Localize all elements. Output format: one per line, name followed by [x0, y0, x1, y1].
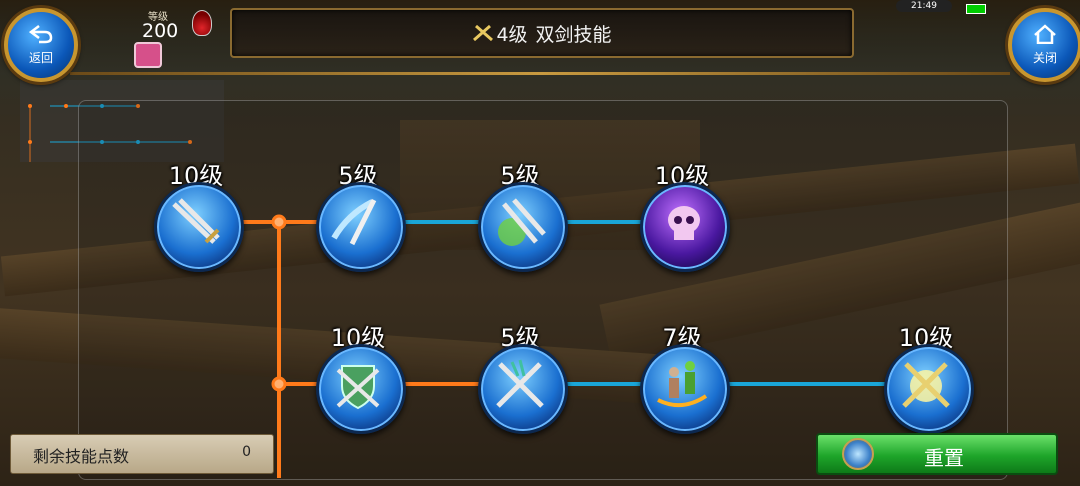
skill-points-value: 0 — [242, 444, 251, 460]
level-value: 200 — [142, 20, 179, 42]
battery-icon — [966, 4, 986, 14]
reset-button[interactable]: 重置 — [816, 433, 1058, 475]
status-clock: 21:49 — [896, 0, 952, 12]
close-button[interactable]: 关闭 — [1008, 8, 1080, 82]
back-arrow-icon — [29, 25, 53, 44]
potion-icon[interactable] — [192, 10, 212, 36]
gift-icon[interactable] — [134, 42, 162, 68]
skill-points-box: 剩余技能点数 0 — [10, 434, 274, 474]
back-button[interactable]: 返回 — [4, 8, 78, 82]
skill-points-label: 剩余技能点数 — [33, 447, 130, 466]
swords-icon — [473, 24, 494, 42]
skill-node[interactable]: 5级 — [316, 162, 406, 272]
page-title: 4级 双剑技能 — [232, 10, 852, 56]
title-tag: 4级 — [496, 23, 528, 46]
shield-swords-icon — [336, 365, 380, 410]
sword-slash-icon — [331, 198, 377, 246]
skill-node[interactable]: 5级 — [478, 324, 568, 434]
reset-label: 重置 — [924, 446, 964, 470]
home-icon — [1034, 24, 1056, 44]
golden-swords-icon — [902, 362, 950, 408]
title-bar: 4级 双剑技能 — [230, 8, 854, 58]
crossed-swords-icon — [172, 198, 220, 244]
figures-swap-icon — [657, 361, 708, 408]
skill-node[interactable]: 7级 — [640, 324, 730, 434]
skull-icon — [668, 206, 700, 240]
close-label: 关闭 — [1032, 51, 1057, 65]
back-label: 返回 — [28, 51, 53, 65]
skill-node[interactable]: 10级 — [154, 162, 244, 272]
skill-node[interactable]: 10级 — [316, 324, 406, 434]
skill-node[interactable]: 10级 — [884, 324, 974, 434]
player-level: 等级 200 — [112, 2, 222, 68]
crossed-blades-icon — [496, 359, 544, 408]
skill-node[interactable]: 10级 — [640, 162, 730, 272]
title-text: 双剑技能 — [535, 23, 612, 46]
skill-node[interactable]: 5级 — [478, 162, 568, 272]
twin-swords-icon — [498, 198, 546, 246]
